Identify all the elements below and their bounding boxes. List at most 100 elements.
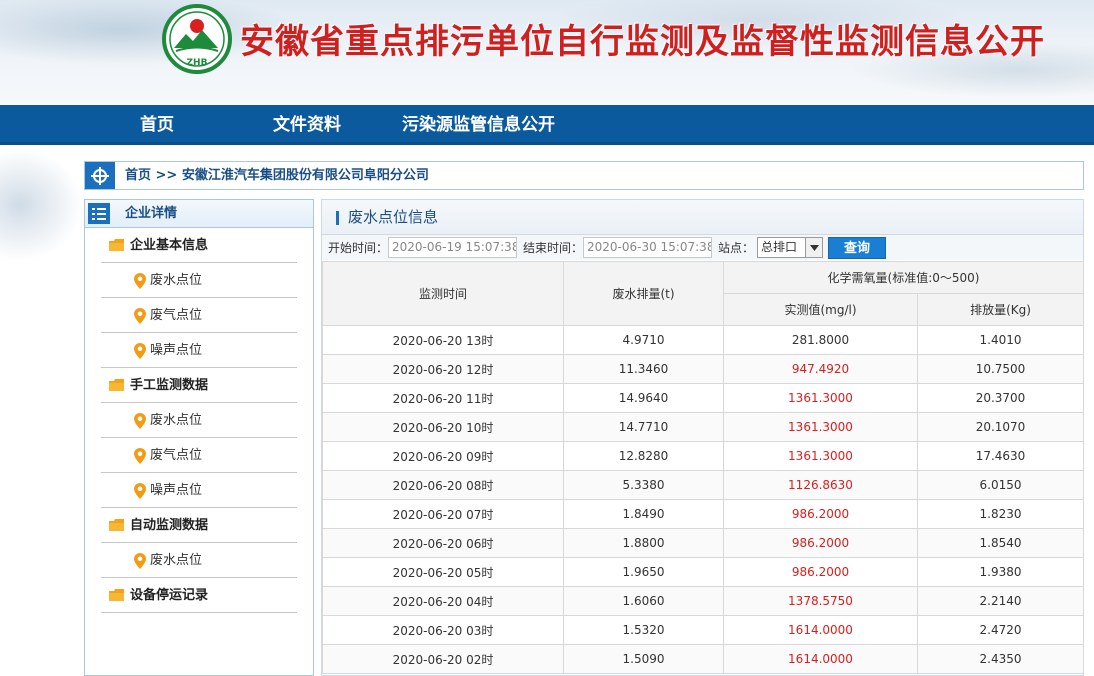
cell-time: 2020-06-20 09时 — [322, 441, 564, 471]
table-row: 2020-06-20 12时 11.3460 947.4920 10.7500 — [322, 354, 1085, 384]
sidebar-group-label: 手工监测数据 — [130, 378, 209, 393]
cell-flow: 1.9650 — [563, 557, 724, 587]
table-row: 2020-06-20 07时 1.8490 986.2000 1.8230 — [322, 499, 1085, 529]
table-row: 2020-06-20 11时 14.9640 1361.3000 20.3700 — [322, 383, 1085, 413]
cell-measured: 986.2000 — [723, 557, 918, 587]
sidebar-group-label: 设备停运记录 — [130, 588, 209, 603]
cell-time: 2020-06-20 07时 — [322, 499, 564, 529]
sidebar-item-label: 废水点位 — [150, 273, 203, 288]
cell-discharge: 2.2140 — [916, 586, 1085, 616]
panel-header: 废水点位信息 — [322, 200, 1083, 234]
cell-time: 2020-06-20 03时 — [322, 615, 564, 645]
table-row: 2020-06-20 04时 1.6060 1378.5750 2.2140 — [322, 586, 1085, 616]
table-row: 2020-06-20 02时 1.5090 1614.0000 2.4350 — [322, 644, 1085, 674]
cell-discharge: 1.8540 — [916, 528, 1085, 558]
sidebar-group-basic-info[interactable]: 企业基本信息 — [101, 228, 297, 263]
cell-time: 2020-06-20 13时 — [322, 325, 564, 355]
cell-measured: 1378.5750 — [723, 586, 918, 616]
panel-title: 废水点位信息 — [348, 208, 439, 226]
location-pin-icon — [134, 483, 146, 499]
sidebar-item-wastewater[interactable]: 废水点位 — [101, 403, 297, 438]
chevron-down-icon — [805, 238, 822, 257]
location-pin-icon — [134, 448, 146, 464]
breadcrumb-text[interactable]: 首页 >> 安徽江淮汽车集团股份有限公司阜阳分公司 — [125, 162, 429, 189]
cell-measured: 1614.0000 — [723, 644, 918, 674]
nav-home[interactable]: 首页 — [140, 105, 174, 145]
table-row: 2020-06-20 09时 12.8280 1361.3000 17.4630 — [322, 441, 1085, 471]
column-header-cod: 化学需氧量(标准值:0～500) — [722, 261, 1085, 294]
main-nav: 首页 文件资料 污染源监管信息公开 — [0, 105, 1094, 145]
station-select-value: 总排口 — [761, 240, 798, 254]
main-panel: 废水点位信息 开始时间： 2020-06-19 15:07:38 结束时间： 2… — [321, 199, 1085, 676]
start-time-input[interactable]: 2020-06-19 15:07:38 — [388, 237, 517, 258]
cell-discharge: 20.3700 — [916, 383, 1085, 413]
cell-flow: 1.5320 — [563, 615, 724, 645]
cell-time: 2020-06-20 11时 — [322, 383, 564, 413]
location-pin-icon — [134, 553, 146, 569]
logo-text: ZHB — [187, 58, 208, 68]
sidebar-item-wastewater[interactable]: 废水点位 — [101, 263, 297, 298]
cell-flow: 1.6060 — [563, 586, 724, 616]
sidebar-item-label: 废水点位 — [150, 413, 203, 428]
cell-measured: 1361.3000 — [723, 412, 918, 442]
cell-flow: 1.5090 — [563, 644, 724, 674]
sidebar-group-auto-monitoring[interactable]: 自动监测数据 — [101, 508, 297, 543]
sidebar-item-label: 噪声点位 — [150, 483, 203, 498]
cell-flow: 14.7710 — [563, 412, 724, 442]
table-row: 2020-06-20 03时 1.5320 1614.0000 2.4720 — [322, 615, 1085, 645]
cell-time: 2020-06-20 05时 — [322, 557, 564, 587]
cell-discharge: 1.9380 — [916, 557, 1085, 587]
nav-pollution-info[interactable]: 污染源监管信息公开 — [402, 105, 555, 145]
folder-icon — [109, 589, 124, 601]
cell-measured: 986.2000 — [723, 528, 918, 558]
column-header-discharge: 排放量(Kg) — [916, 293, 1085, 326]
cell-discharge: 1.4010 — [916, 325, 1085, 355]
nav-documents[interactable]: 文件资料 — [273, 105, 341, 145]
cell-flow: 4.9710 — [563, 325, 724, 355]
end-time-label: 结束时间： — [523, 241, 584, 255]
sidebar-header: 企业详情 — [85, 200, 313, 228]
cell-measured: 1361.3000 — [723, 383, 918, 413]
end-time-input[interactable]: 2020-06-30 15:07:38 — [583, 237, 712, 258]
sidebar-item-noise[interactable]: 噪声点位 — [101, 473, 297, 508]
query-button[interactable]: 查询 — [828, 237, 886, 259]
location-pin-icon — [134, 273, 146, 289]
table-row: 2020-06-20 06时 1.8800 986.2000 1.8540 — [322, 528, 1085, 558]
monitoring-table: 监测时间 废水排量(t) 化学需氧量(标准值:0～500) 实测值(mg/l) … — [322, 261, 1085, 674]
column-header-time: 监测时间 — [322, 261, 564, 326]
table-row: 2020-06-20 10时 14.7710 1361.3000 20.1070 — [322, 412, 1085, 442]
cell-discharge: 20.1070 — [916, 412, 1085, 442]
cell-discharge: 1.8230 — [916, 499, 1085, 529]
sidebar-group-label: 自动监测数据 — [130, 518, 209, 533]
cell-time: 2020-06-20 08时 — [322, 470, 564, 500]
cell-time: 2020-06-20 04时 — [322, 586, 564, 616]
cell-time: 2020-06-20 10时 — [322, 412, 564, 442]
sidebar: 企业详情 企业基本信息 废水点位 废气点位 噪声点位 手工监测数据 废水点位 废… — [84, 199, 314, 676]
table-row: 2020-06-20 08时 5.3380 1126.8630 6.0150 — [322, 470, 1085, 500]
cell-discharge: 10.7500 — [916, 354, 1085, 384]
sidebar-item-exhaust[interactable]: 废气点位 — [101, 298, 297, 333]
sidebar-item-label: 废气点位 — [150, 308, 203, 323]
sidebar-group-outage-records[interactable]: 设备停运记录 — [101, 578, 297, 613]
cell-discharge: 2.4350 — [916, 644, 1085, 674]
cell-flow: 14.9640 — [563, 383, 724, 413]
cell-flow: 12.8280 — [563, 441, 724, 471]
station-select[interactable]: 总排口 — [757, 237, 823, 258]
cell-time: 2020-06-20 02时 — [322, 644, 564, 674]
cell-discharge: 2.4720 — [916, 615, 1085, 645]
location-pin-icon — [134, 308, 146, 324]
filter-bar: 开始时间： 2020-06-19 15:07:38 结束时间： 2020-06-… — [322, 234, 1083, 260]
crosshair-icon — [85, 162, 115, 189]
sidebar-group-label: 企业基本信息 — [130, 238, 209, 253]
sidebar-item-exhaust[interactable]: 废气点位 — [101, 438, 297, 473]
column-header-measured: 实测值(mg/l) — [723, 293, 918, 326]
location-pin-icon — [134, 343, 146, 359]
cell-flow: 11.3460 — [563, 354, 724, 384]
sidebar-item-label: 废气点位 — [150, 448, 203, 463]
sidebar-item-noise[interactable]: 噪声点位 — [101, 333, 297, 368]
sidebar-group-manual-monitoring[interactable]: 手工监测数据 — [101, 368, 297, 403]
sidebar-item-wastewater[interactable]: 废水点位 — [101, 543, 297, 578]
folder-icon — [109, 379, 124, 391]
cell-flow: 1.8490 — [563, 499, 724, 529]
cell-flow: 5.3380 — [563, 470, 724, 500]
